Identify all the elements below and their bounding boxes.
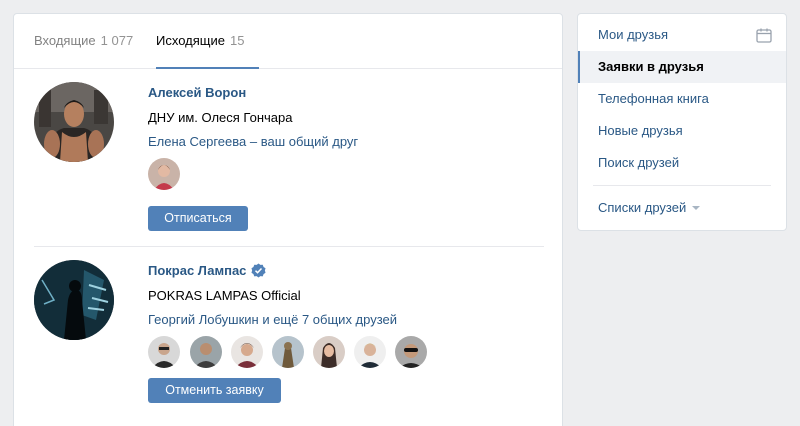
user-name[interactable]: Покрас Лампас (148, 263, 266, 278)
mutual-friend-avatar[interactable] (148, 158, 180, 190)
avatar[interactable] (34, 82, 114, 162)
unsubscribe-button[interactable]: Отписаться (148, 206, 248, 231)
requests-panel: Входящие 1 077 Исходящие 15 Алексей Ворон (13, 13, 563, 426)
mutual-friends-link[interactable]: Елена Сергеева – ваш общий друг (148, 134, 358, 149)
mutual-friend-avatar[interactable] (313, 336, 345, 368)
menu-item-my-friends[interactable]: Мои друзья (578, 19, 786, 51)
menu-item-label: Поиск друзей (598, 155, 680, 170)
cancel-request-button[interactable]: Отменить заявку (148, 378, 281, 403)
friends-menu: Мои друзья Заявки в друзья Телефонная кн… (577, 13, 787, 231)
menu-item-label: Заявки в друзья (598, 59, 704, 74)
mutual-friend-avatar[interactable] (148, 336, 180, 368)
user-subtitle: POKRAS LAMPAS Official (148, 288, 301, 303)
mutual-friend-avatar[interactable] (354, 336, 386, 368)
user-name-text: Алексей Ворон (148, 85, 247, 100)
menu-item-friend-lists[interactable]: Списки друзей (578, 192, 786, 224)
user-subtitle: ДНУ им. Олеся Гончара (148, 110, 293, 125)
user-name[interactable]: Алексей Ворон (148, 85, 246, 100)
menu-item-label: Списки друзей (598, 200, 687, 215)
tab-incoming[interactable]: Входящие 1 077 (34, 14, 133, 69)
verified-icon (251, 263, 266, 278)
mutual-friend-avatar[interactable] (272, 336, 304, 368)
mutual-friend-avatar[interactable] (190, 336, 222, 368)
menu-item-label: Телефонная книга (598, 91, 709, 106)
tab-outgoing-count: 15 (229, 33, 245, 48)
tab-outgoing[interactable]: Исходящие 15 (156, 14, 259, 69)
tabs-bar: Входящие 1 077 Исходящие 15 (14, 14, 562, 69)
calendar-icon[interactable] (756, 28, 772, 43)
mutual-friend-avatar[interactable] (395, 336, 427, 368)
mutual-friends-link[interactable]: Георгий Лобушкин и ещё 7 общих друзей (148, 312, 397, 327)
avatar[interactable] (34, 260, 114, 340)
mutual-friend-avatar[interactable] (231, 336, 263, 368)
menu-item-new-friends[interactable]: Новые друзья (578, 115, 786, 147)
menu-item-phone-book[interactable]: Телефонная книга (578, 83, 786, 115)
menu-item-label: Новые друзья (598, 123, 683, 138)
menu-separator (593, 185, 771, 186)
caret-down-icon (692, 206, 701, 210)
tab-outgoing-label: Исходящие (156, 33, 225, 48)
tab-incoming-label: Входящие (34, 33, 96, 48)
menu-item-label: Мои друзья (598, 27, 669, 42)
menu-item-friend-requests[interactable]: Заявки в друзья (578, 51, 786, 83)
divider (34, 246, 544, 247)
menu-item-find-friends[interactable]: Поиск друзей (578, 147, 786, 179)
user-name-text: Покрас Лампас (148, 263, 247, 278)
tab-incoming-count: 1 077 (100, 33, 134, 48)
